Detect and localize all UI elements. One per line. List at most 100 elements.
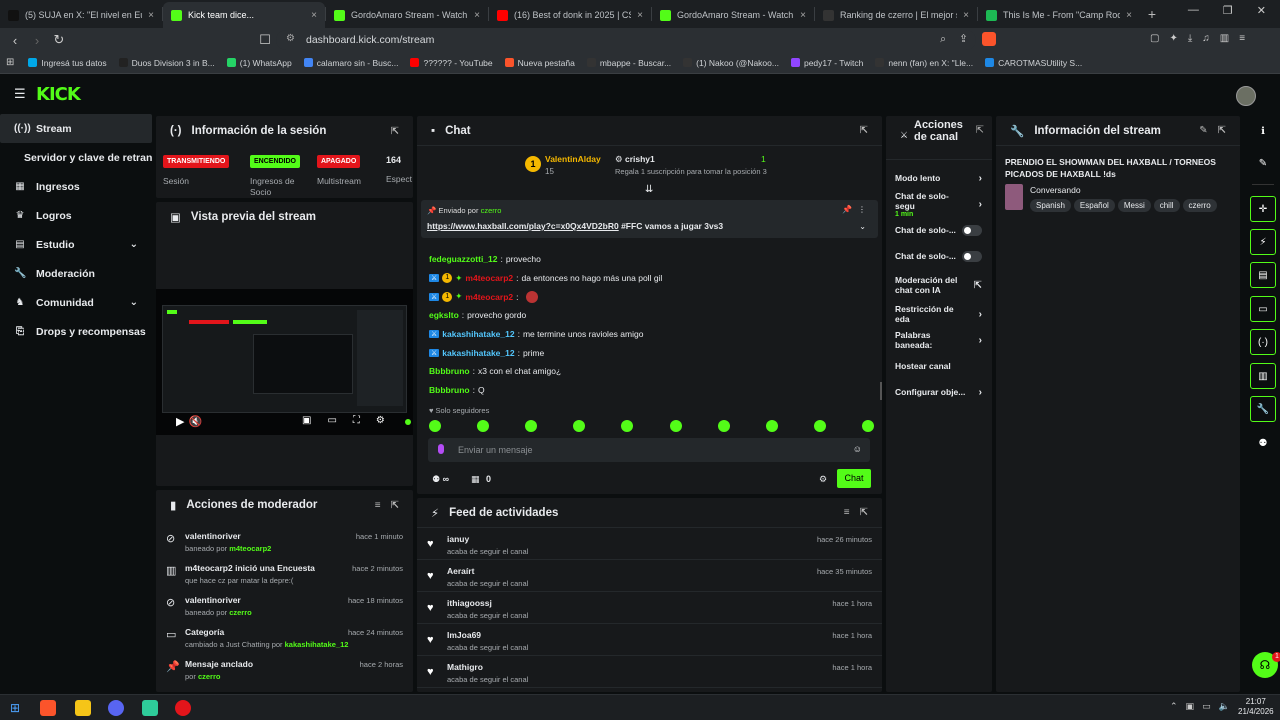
chevron-up-icon[interactable]: ⌃ <box>1170 701 1178 712</box>
close-tab-icon[interactable]: × <box>474 10 480 21</box>
browser-tab[interactable]: GordoAmaro Stream - Watch Live × <box>652 2 814 28</box>
mute-icon[interactable]: 🔇 <box>188 415 202 428</box>
close-tab-icon[interactable]: × <box>800 10 806 21</box>
emoji-icon[interactable]: ☺ <box>853 444 862 454</box>
sidebar-item[interactable]: Servidor y clave de retransmisión <box>0 143 152 172</box>
browser-tab[interactable]: GordoAmaro Stream - Watch Live or × <box>326 2 488 28</box>
close-tab-icon[interactable]: × <box>1126 10 1132 21</box>
emote-icon[interactable] <box>717 420 730 432</box>
chat-username[interactable]: m4teocarp2 <box>465 292 513 302</box>
close-tab-icon[interactable]: × <box>311 10 317 21</box>
new-tab-button[interactable]: + <box>1140 6 1164 22</box>
emote-icon[interactable] <box>669 420 682 432</box>
follower-name[interactable]: ImJoa69 <box>447 630 481 640</box>
emote-icon[interactable] <box>765 420 778 432</box>
bookmark-item[interactable]: nenn (fan) en X: "Lle... <box>869 58 979 68</box>
chat-username[interactable]: egkslto <box>429 310 459 320</box>
windows-start-icon[interactable]: ⊞ <box>10 701 20 715</box>
emote-icon[interactable] <box>525 420 538 432</box>
stream-tag[interactable]: Messi <box>1117 199 1151 212</box>
sidebar-icon[interactable]: ▥ <box>1220 33 1229 44</box>
popout-icon[interactable]: ⇱ <box>391 500 399 511</box>
monitor-icon[interactable]: ▭ <box>1202 701 1211 712</box>
toggle-switch[interactable] <box>962 224 982 236</box>
browser-tab[interactable]: Ranking de czerro | El mejor softwa × <box>815 2 977 28</box>
back-icon[interactable]: ‹ <box>4 33 26 48</box>
bookmark-item[interactable]: (1) Nakoo (@Nakoo... <box>677 58 785 68</box>
collapse-icon[interactable]: ⇊ <box>645 184 653 195</box>
play-icon[interactable]: ▶ <box>176 415 184 428</box>
pinned-user[interactable]: czerro <box>481 206 502 215</box>
target-icon[interactable]: ✛ <box>1250 196 1276 222</box>
url-input[interactable]: ⚙ dashboard.kick.com/stream ⌕ ⇪ <box>276 30 976 50</box>
chat-username[interactable]: Bbbbruno <box>429 366 470 376</box>
kick-logo[interactable]: KICK <box>36 84 81 105</box>
channel-action-item[interactable]: Restricción de eda › <box>886 301 992 327</box>
mod-action-user[interactable]: kakashihatake_12 <box>285 640 349 649</box>
filter-icon[interactable]: ≡ <box>375 500 381 511</box>
emote-icon[interactable] <box>477 420 490 432</box>
emote-icon[interactable] <box>573 420 586 432</box>
reload-icon[interactable]: ↻ <box>48 32 70 48</box>
follower-name[interactable]: ianuy <box>447 534 469 544</box>
bolt-icon[interactable]: ⚡ <box>1250 229 1276 255</box>
sidebar-item[interactable]: ♞ Comunidad ⌄ <box>0 288 152 317</box>
speaker-icon[interactable]: 🔈 <box>1219 701 1230 712</box>
bookmark-item[interactable]: ?????? - YouTube <box>404 58 498 68</box>
bookmark-item[interactable]: (1) WhatsApp <box>221 58 298 68</box>
clock[interactable]: 21:07 21/4/2026 <box>1238 697 1274 717</box>
forward-icon[interactable]: › <box>26 33 48 48</box>
stream-video[interactable]: ▶ 🔇 ▣ ▭ ⛶ ⚙ <box>156 289 413 435</box>
stream-tag[interactable]: Spanish <box>1030 199 1071 212</box>
layout-icon[interactable]: ▥ <box>1250 363 1276 389</box>
close-tab-icon[interactable]: × <box>148 10 154 21</box>
share-nodes-icon[interactable]: ⚉ <box>1250 430 1276 456</box>
close-window-icon[interactable]: ✕ <box>1257 4 1266 17</box>
channel-action-item[interactable]: Modo lento › <box>886 165 992 191</box>
avatar[interactable] <box>1236 86 1256 106</box>
brave-taskbar-icon[interactable] <box>40 700 56 716</box>
channel-action-item[interactable]: Chat de solo-... <box>886 217 992 243</box>
bookmark-item[interactable]: pedy17 - Twitch <box>785 58 869 68</box>
sidebar-item[interactable]: ▤ Estudio ⌄ <box>0 230 152 259</box>
expand-icon[interactable]: ⌄ <box>859 222 866 231</box>
send-chat-button[interactable]: Chat <box>837 469 871 488</box>
popout-icon[interactable]: ⇱ <box>860 507 868 518</box>
hamburger-icon[interactable]: ☰ <box>14 86 26 102</box>
settings-icon[interactable]: ⚙ <box>376 415 385 426</box>
fullscreen-icon[interactable]: ⛶ <box>353 415 360 426</box>
sidebar-item[interactable]: ((·)) Stream <box>0 114 152 143</box>
mod-action-user[interactable]: czerro <box>198 672 221 681</box>
emote-icon[interactable] <box>429 420 441 432</box>
pinned-link[interactable]: https://www.haxball.com/play?c=x0Qx4VD2b… <box>427 221 619 231</box>
channel-action-item[interactable]: Hostear canal <box>886 353 992 379</box>
tray-icon[interactable]: ▣ <box>1186 701 1195 712</box>
zoom-icon[interactable]: ⌕ <box>940 33 946 46</box>
follower-name[interactable]: Mathigro <box>447 662 483 672</box>
points-display[interactable]: ⚉ ∞ <box>432 474 449 485</box>
sidebar-item[interactable]: ⎘ Drops y recompensas <box>0 317 152 346</box>
channel-action-item[interactable]: Configurar obje... › <box>886 379 992 405</box>
channel-action-item[interactable]: Chat de solo-segu 1 min › <box>886 191 992 218</box>
menu-icon[interactable]: ≡ <box>1239 33 1245 44</box>
chevron-down-icon[interactable]: ⌄ <box>130 297 138 308</box>
puzzle-icon[interactable]: ✦ <box>1169 33 1177 44</box>
sidebar-item[interactable]: 🔧 Moderación <box>0 259 152 288</box>
download-icon[interactable]: ⤓ <box>1188 33 1192 44</box>
document-icon[interactable]: ▤ <box>1250 262 1276 288</box>
stream-tag[interactable]: Español <box>1073 199 1115 212</box>
explorer-taskbar-icon[interactable] <box>75 700 91 716</box>
chat-settings-icon[interactable]: ⚙ <box>819 474 827 485</box>
mod-action-user[interactable]: czerro <box>229 608 252 617</box>
discord-taskbar-icon[interactable] <box>108 700 124 716</box>
follower-name[interactable]: Aeraírt <box>447 566 474 576</box>
apps-icon[interactable]: ⊞ <box>6 57 14 68</box>
sidebar-item[interactable]: ▦ Ingresos <box>0 172 152 201</box>
info-icon[interactable]: ℹ <box>1250 118 1276 144</box>
wrench-icon[interactable]: 🔧 <box>1250 396 1276 422</box>
broadcast-icon[interactable]: (·) <box>1250 329 1276 355</box>
browser-tab[interactable]: (16) Best of donk in 2025 | CS2 - You × <box>489 2 651 28</box>
share-icon[interactable]: ⇪ <box>959 33 968 45</box>
emote-icon[interactable] <box>813 420 826 432</box>
chat-username[interactable]: fedeguazzotti_12 <box>429 254 498 264</box>
